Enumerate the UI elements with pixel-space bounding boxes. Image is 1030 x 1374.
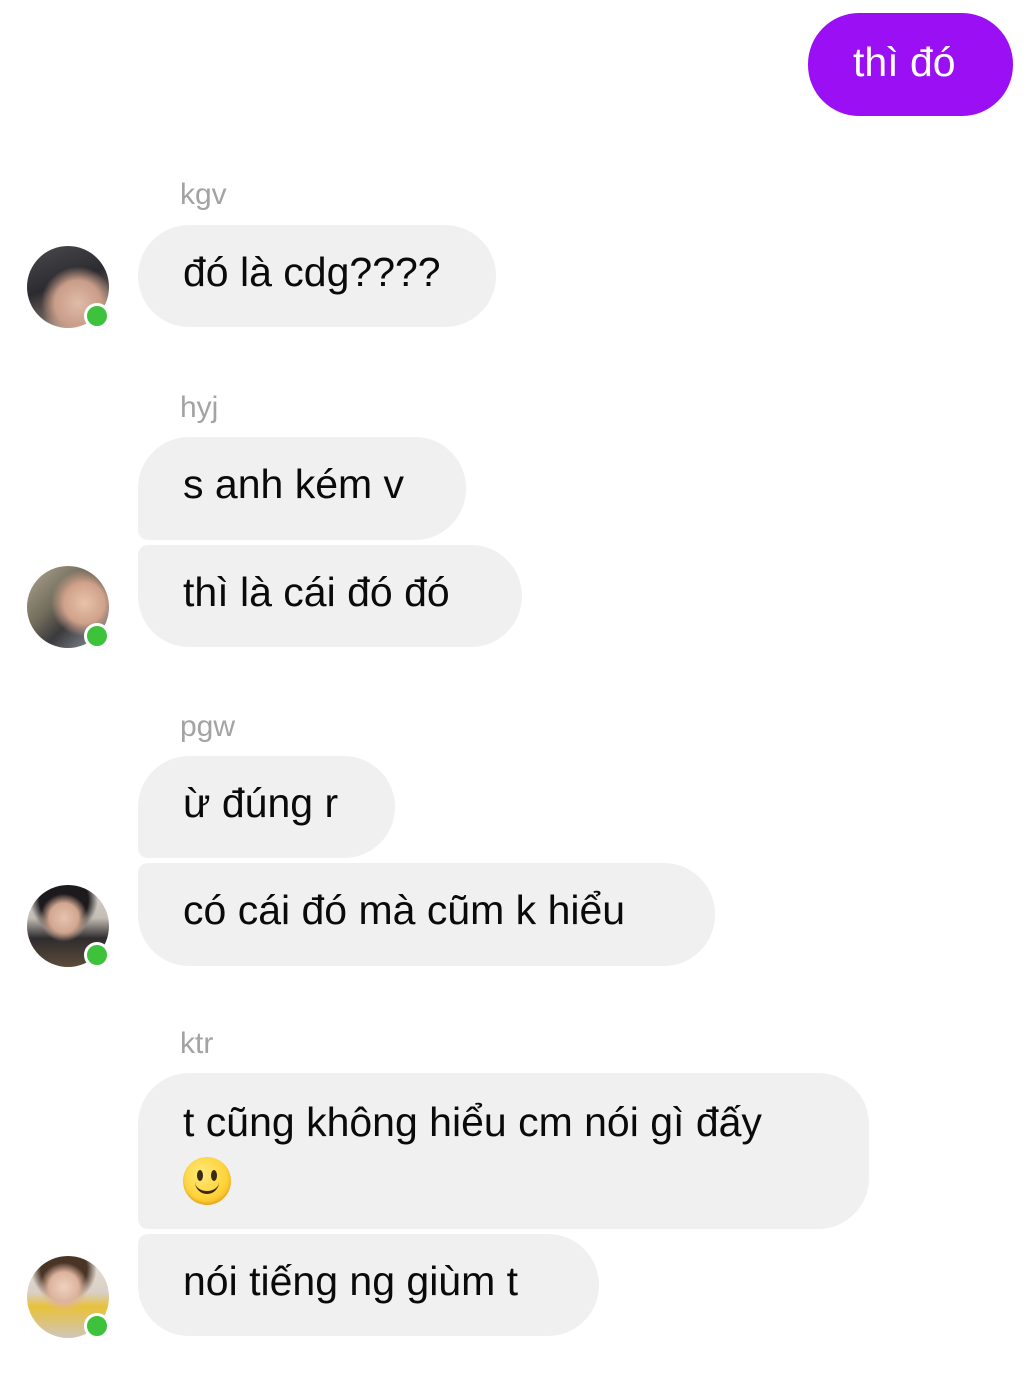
avatar[interactable]: [27, 246, 110, 329]
message-text: t cũng không hiểu cm nói gì đấy: [183, 1099, 762, 1145]
message-text: ừ đúng r: [183, 780, 339, 826]
outgoing-message-bubble[interactable]: thì đó: [808, 13, 1013, 116]
online-status-dot: [84, 1313, 110, 1339]
incoming-message-bubble[interactable]: t cũng không hiểu cm nói gì đấy: [138, 1073, 869, 1229]
message-text: có cái đó mà cũm k hiểu: [183, 887, 626, 933]
online-status-dot: [84, 303, 110, 329]
message-text: s anh kém v: [183, 461, 405, 507]
message-text: đó là cdg????: [183, 249, 441, 295]
online-status-dot: [84, 942, 110, 968]
message-text: thì đó: [853, 39, 956, 85]
online-status-dot: [84, 623, 110, 649]
sender-name: hyj: [180, 391, 219, 424]
message-text: nói tiếng ng giùm t: [183, 1258, 519, 1304]
avatar[interactable]: [27, 566, 110, 649]
incoming-message-bubble[interactable]: có cái đó mà cũm k hiểu: [138, 863, 715, 966]
avatar[interactable]: [27, 885, 110, 968]
sender-name: kgv: [180, 178, 227, 211]
incoming-message-bubble[interactable]: ừ đúng r: [138, 756, 395, 858]
message-text: thì là cái đó đó: [183, 569, 450, 615]
incoming-message-bubble[interactable]: s anh kém v: [138, 437, 466, 540]
incoming-message-bubble[interactable]: thì là cái đó đó: [138, 545, 522, 647]
incoming-message-bubble[interactable]: đó là cdg????: [138, 225, 496, 327]
avatar[interactable]: [27, 1256, 110, 1339]
sender-name: pgw: [180, 710, 236, 743]
incoming-message-bubble[interactable]: nói tiếng ng giùm t: [138, 1234, 599, 1336]
slightly-smiling-face-emoji: [183, 1157, 231, 1206]
sender-name: ktr: [180, 1027, 214, 1060]
